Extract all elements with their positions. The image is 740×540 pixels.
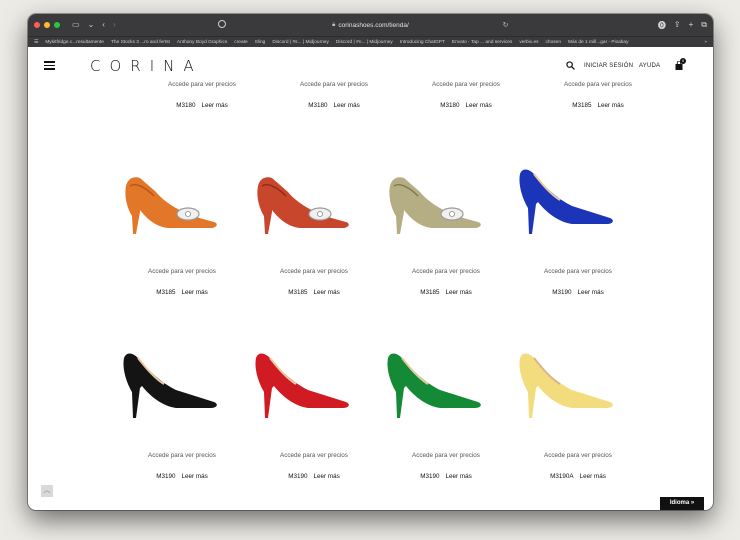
product-card[interactable]: Accede para ver precios M3185 Leer más <box>116 152 248 336</box>
read-more-link[interactable]: Leer más <box>598 102 624 109</box>
browser-window: ▭ ⌄ ‹ › 🔒︎ corinashoes.com/tienda/ ↻ ⓿ ⇪… <box>28 14 713 510</box>
price-note: Accede para ver precios <box>148 268 216 275</box>
product-card[interactable]: Accede para ver precios M3190 Leer más <box>380 336 512 510</box>
product-code: M3190 <box>156 473 176 480</box>
price-note: Accede para ver precios <box>412 452 480 459</box>
product-image-slingback-orange[interactable] <box>116 152 248 252</box>
price-note: Accede para ver precios <box>280 452 348 459</box>
product-card[interactable]: Accede para ver precios M3185 Leer más <box>248 152 380 336</box>
read-more-link[interactable]: Leer más <box>182 473 208 480</box>
product-code: M3185 <box>420 289 440 296</box>
price-note: Accede para ver precios <box>412 268 480 275</box>
read-more-link[interactable]: Leer más <box>580 473 606 480</box>
price-note: Accede para ver precios <box>544 452 612 459</box>
price-note: Accede para ver precios <box>564 81 632 88</box>
scroll-to-top-button[interactable]: ︿ <box>41 485 53 497</box>
product-image-pump-red[interactable] <box>248 336 380 436</box>
product-card[interactable]: Accede para ver precios M3190 Leer más <box>116 336 248 510</box>
product-image-slingback-beige[interactable] <box>380 152 512 252</box>
price-note: Accede para ver precios <box>300 81 368 88</box>
read-more-link[interactable]: Leer más <box>334 102 360 109</box>
shoe-body <box>123 353 217 418</box>
product-code: M3190 <box>552 289 572 296</box>
product-card[interactable]: Accede para ver precios M3190A Leer más <box>512 336 644 510</box>
read-more-link[interactable]: Leer más <box>446 289 472 296</box>
product-code: M3180 <box>440 102 460 109</box>
product-image-pump-yellow[interactable] <box>512 336 644 436</box>
read-more-link[interactable]: Leer más <box>314 473 340 480</box>
product-grid: Accede para ver precios M3180 Leer más Ac… <box>28 81 713 510</box>
product-row: Accede para ver precios M3190 Leer más Ac… <box>28 336 713 510</box>
product-card[interactable]: Accede para ver precios M3190 Leer más <box>248 336 380 510</box>
product-card[interactable]: Accede para ver precios M3190 Leer más <box>512 152 644 336</box>
product-code: M3180 <box>308 102 328 109</box>
price-note: Accede para ver precios <box>544 268 612 275</box>
product-code: M3180 <box>176 102 196 109</box>
product-row: Accede para ver precios M3185 Leer más Ac… <box>28 152 713 336</box>
read-more-link[interactable]: Leer más <box>446 473 472 480</box>
read-more-link[interactable]: Leer más <box>202 102 228 109</box>
read-more-link[interactable]: Leer más <box>314 289 340 296</box>
read-more-link[interactable]: Leer más <box>578 289 604 296</box>
price-note: Accede para ver precios <box>148 452 216 459</box>
product-code: M3185 <box>288 289 308 296</box>
read-more-link[interactable]: Leer más <box>466 102 492 109</box>
product-code: M3190A <box>550 473 574 480</box>
product-image-pump-green[interactable] <box>380 336 512 436</box>
product-code: M3185 <box>572 102 592 109</box>
product-code: M3190 <box>420 473 440 480</box>
shoe-body <box>255 353 349 418</box>
product-card[interactable]: Accede para ver precios M3185 Leer más <box>380 152 512 336</box>
product-image-pump-blue[interactable] <box>512 152 644 252</box>
language-button[interactable]: Idioma » <box>660 497 704 510</box>
product-code: M3190 <box>288 473 308 480</box>
price-note: Accede para ver precios <box>432 81 500 88</box>
price-note: Accede para ver precios <box>168 81 236 88</box>
read-more-link[interactable]: Leer más <box>182 289 208 296</box>
product-code: M3185 <box>156 289 176 296</box>
price-note: Accede para ver precios <box>280 268 348 275</box>
product-image-pump-black[interactable] <box>116 336 248 436</box>
shoe-body <box>387 353 481 418</box>
product-image-slingback-red[interactable] <box>248 152 380 252</box>
shoe-body <box>519 169 613 234</box>
shoe-body <box>519 353 613 418</box>
